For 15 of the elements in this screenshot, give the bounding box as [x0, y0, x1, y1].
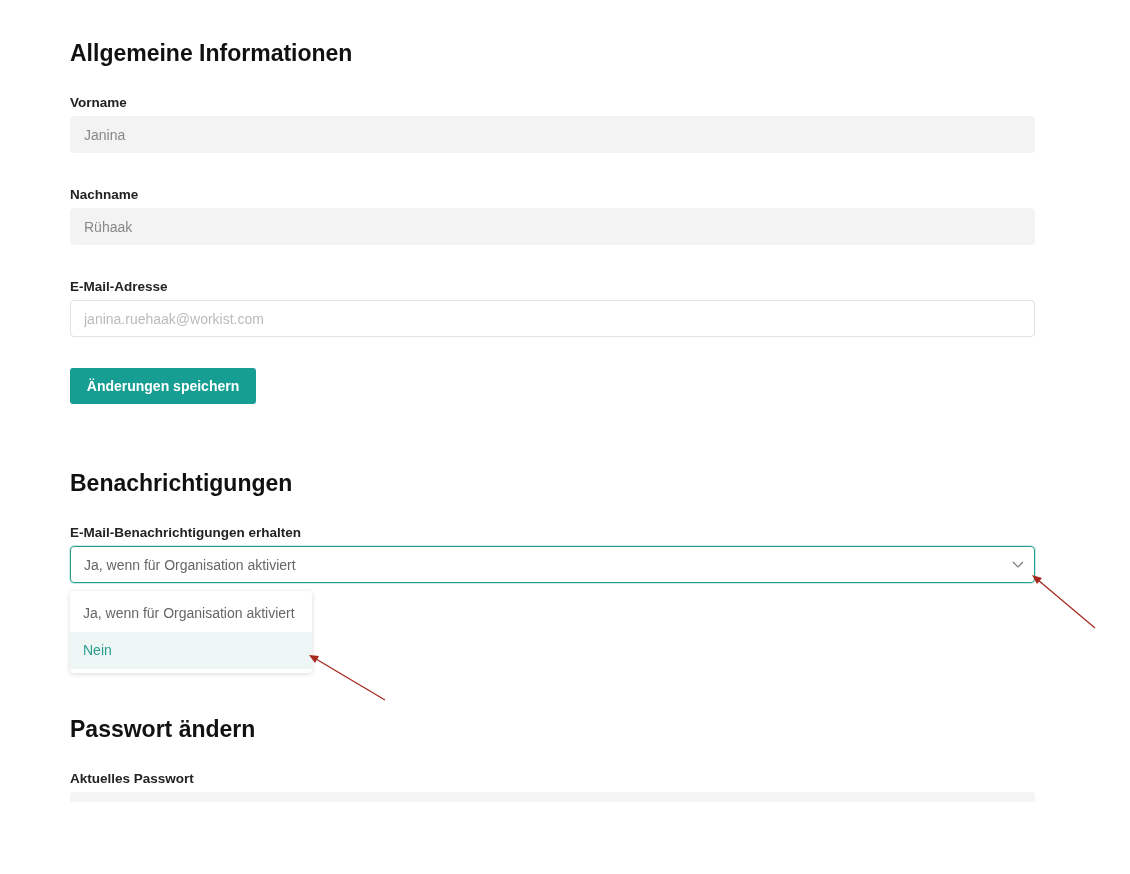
field-label: Nachname: [70, 187, 139, 203]
save-button[interactable]: Änderungen speichern: [70, 368, 256, 404]
field-label: Vorname: [70, 95, 127, 111]
dropdown-option[interactable]: Nein: [70, 632, 312, 669]
field-label: E-Mail-Benachrichtigungen erhalten: [70, 525, 302, 541]
dropdown-select[interactable]: Ja, wenn für Organisation aktiviert: [70, 546, 1035, 583]
input-field[interactable]: janina.ruehaak@workist.com: [70, 300, 1035, 337]
chevron-down-icon: [1012, 561, 1024, 568]
annotation-arrow: [1032, 575, 1096, 629]
section-heading: Benachrichtigungen: [70, 469, 293, 497]
field-label: Aktuelles Passwort: [70, 771, 194, 787]
section-heading: Passwort ändern: [70, 715, 256, 743]
field-label: E-Mail-Adresse: [70, 279, 168, 295]
dropdown-option[interactable]: Ja, wenn für Organisation aktiviert: [70, 595, 312, 632]
section-heading: Allgemeine Informationen: [70, 39, 353, 67]
